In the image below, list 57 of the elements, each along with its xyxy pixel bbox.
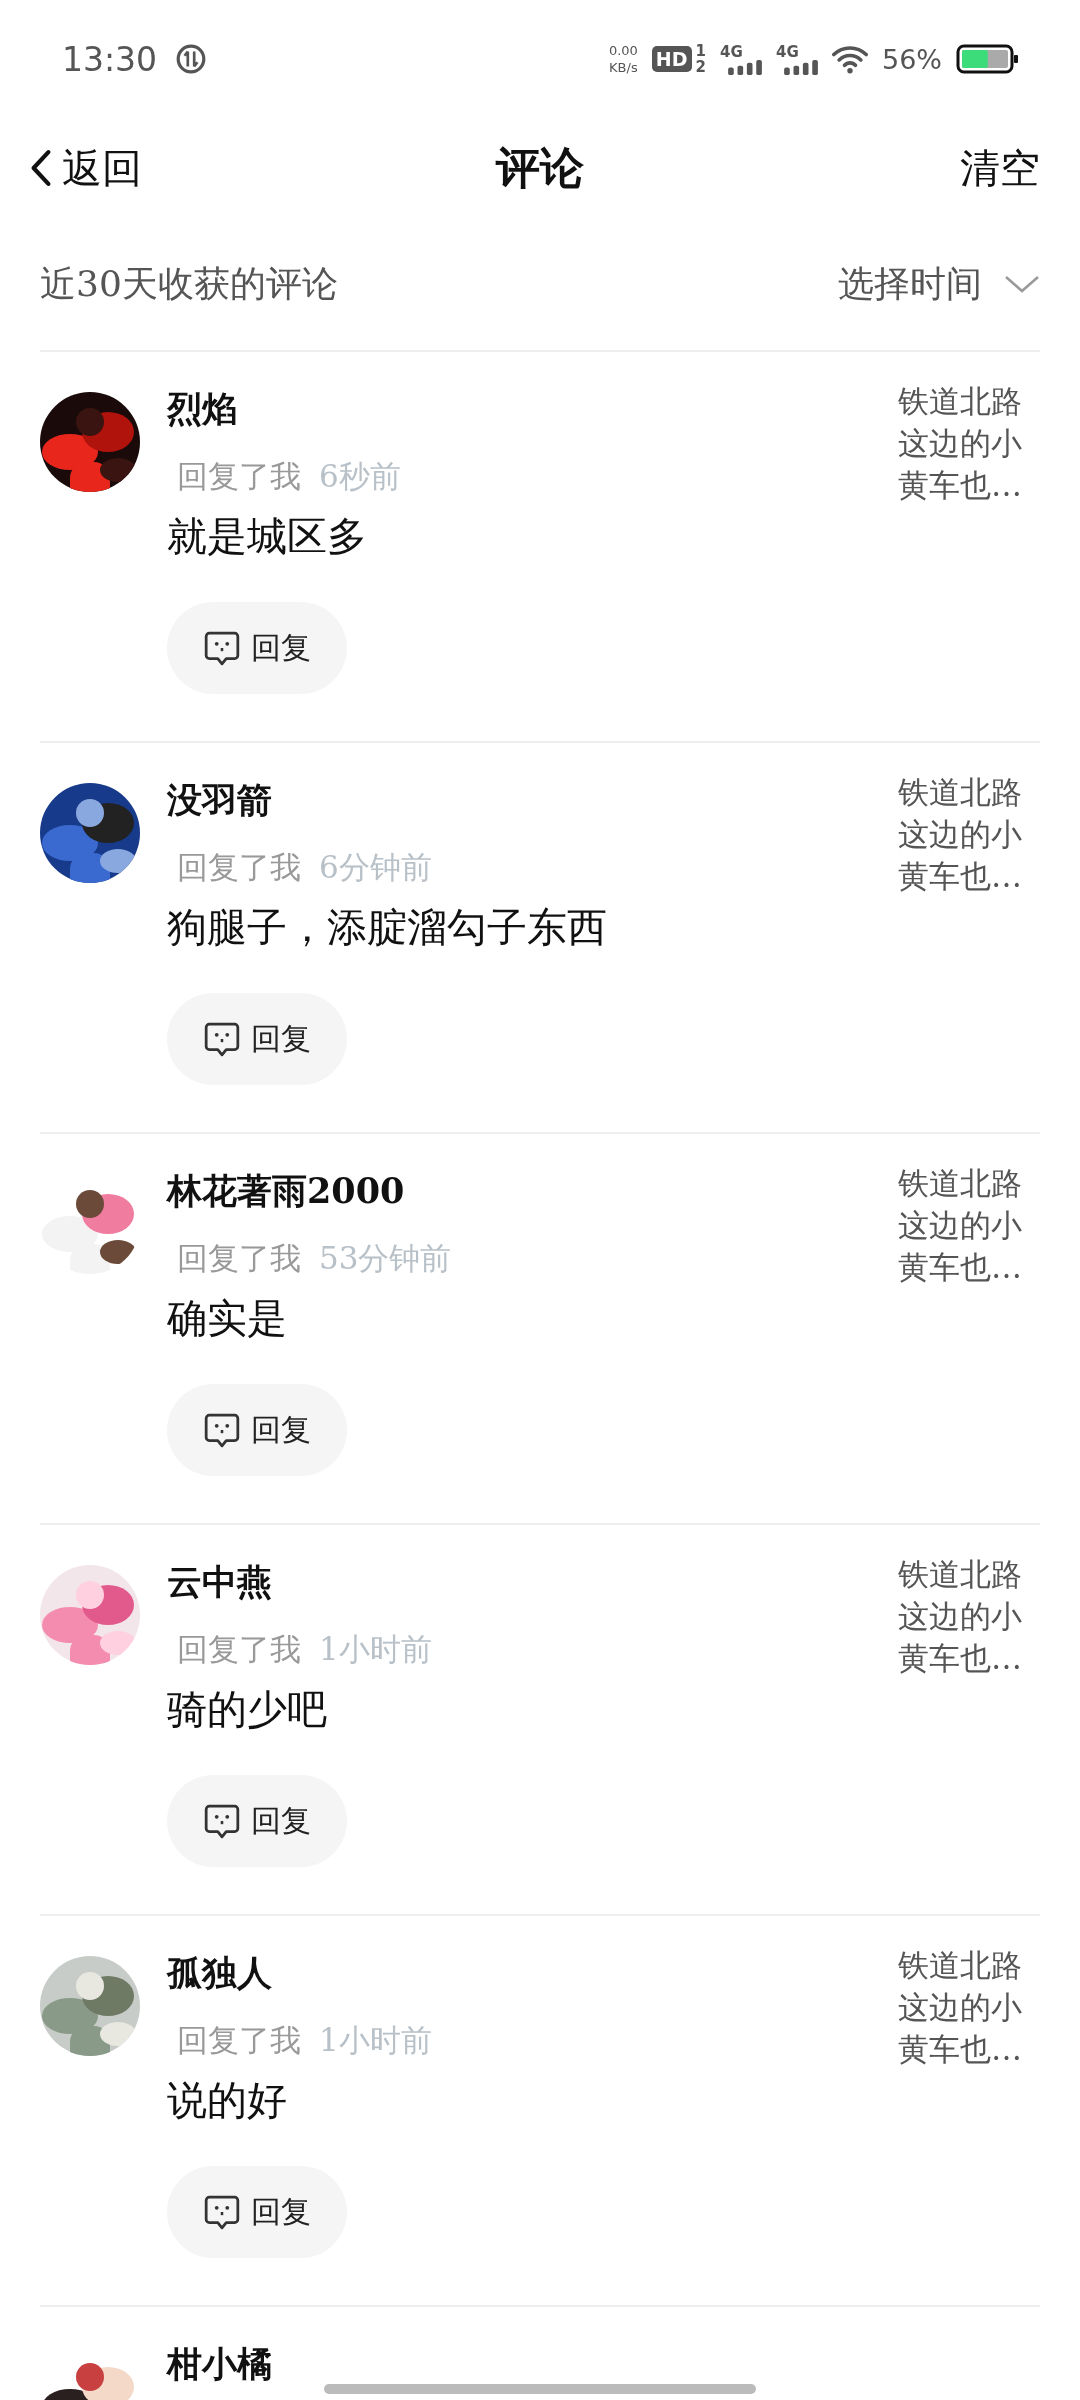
comment-text: 就是城区多 bbox=[167, 512, 367, 561]
network-type: 4G bbox=[720, 43, 743, 60]
filter-label: 近30天收获的评论 bbox=[40, 261, 338, 306]
comment-icon bbox=[203, 1802, 241, 1840]
original-post-excerpt[interactable]: 铁道北路这边的小黄车也… bbox=[898, 380, 1040, 506]
user-name[interactable]: 孤独人 bbox=[167, 1948, 272, 1998]
hd-badge: HD bbox=[651, 46, 692, 72]
reply-button[interactable]: 回复 bbox=[167, 602, 347, 694]
reply-action: 回复了我 bbox=[177, 1239, 301, 1278]
timestamp: 53分钟前 bbox=[319, 1239, 452, 1278]
comment-text: 狗腿子，添腚溜勾子东西 bbox=[167, 903, 607, 952]
time-picker[interactable]: 选择时间 bbox=[838, 259, 1040, 309]
clear-button[interactable]: 清空 bbox=[960, 140, 1040, 196]
comment-icon bbox=[203, 629, 241, 667]
comment-text: 骑的少吧 bbox=[167, 1685, 327, 1734]
comment-text: 说的好 bbox=[167, 2076, 287, 2125]
timestamp: 1小时前 bbox=[319, 1630, 432, 1669]
timestamp: 6秒前 bbox=[319, 457, 401, 496]
page-title: 评论 bbox=[496, 140, 584, 195]
reply-button[interactable]: 回复 bbox=[167, 2166, 347, 2258]
original-post-excerpt[interactable]: 铁道北路这边的小黄车也… bbox=[898, 771, 1040, 897]
back-icon bbox=[30, 149, 52, 187]
user-name[interactable]: 柑小橘 bbox=[167, 2339, 272, 2389]
original-post-excerpt[interactable]: 铁道北路这边的小黄车也… bbox=[898, 1553, 1040, 1679]
comment-icon bbox=[203, 1411, 241, 1449]
reply-button[interactable]: 回复 bbox=[167, 1384, 347, 1476]
signal-icon bbox=[728, 59, 762, 75]
comment-icon bbox=[203, 1020, 241, 1058]
network-speed: 0.00 bbox=[608, 42, 638, 59]
sim-number: 1 bbox=[695, 43, 706, 59]
battery-icon bbox=[956, 44, 1020, 74]
battery-percent: 56% bbox=[882, 43, 942, 75]
original-post-excerpt[interactable]: 铁道北路这边的小黄车也… bbox=[898, 1162, 1040, 1288]
wifi-icon bbox=[832, 44, 868, 74]
timestamp: 1小时前 bbox=[319, 2021, 432, 2060]
user-name[interactable]: 没羽箭 bbox=[167, 775, 272, 825]
network-type: 4G bbox=[776, 43, 799, 60]
dropdown-icon bbox=[1004, 274, 1040, 294]
user-name[interactable]: 烈焰 bbox=[167, 384, 237, 434]
timestamp: 6分钟前 bbox=[319, 848, 432, 887]
back-button[interactable]: 返回 bbox=[30, 140, 142, 196]
clock: 13:30 bbox=[62, 39, 158, 79]
user-name[interactable]: 云中燕 bbox=[167, 1557, 272, 1607]
sim-number: 2 bbox=[695, 59, 706, 75]
reply-button[interactable]: 回复 bbox=[167, 1775, 347, 1867]
reply-button[interactable]: 回复 bbox=[167, 993, 347, 1085]
comment-icon bbox=[203, 2193, 241, 2231]
signal-icon bbox=[784, 59, 818, 75]
status-icon bbox=[175, 43, 208, 75]
reply-action: 回复了我 bbox=[177, 457, 301, 496]
reply-action: 回复了我 bbox=[177, 2021, 301, 2060]
user-name[interactable]: 林花著雨2000 bbox=[167, 1166, 405, 1216]
comment-text: 确实是 bbox=[167, 1294, 287, 1343]
original-post-excerpt[interactable]: 铁道北路这边的小黄车也… bbox=[898, 1944, 1040, 2070]
reply-action: 回复了我 bbox=[177, 848, 301, 887]
speed-unit: KB/s bbox=[609, 59, 638, 76]
reply-action: 回复了我 bbox=[177, 1630, 301, 1669]
